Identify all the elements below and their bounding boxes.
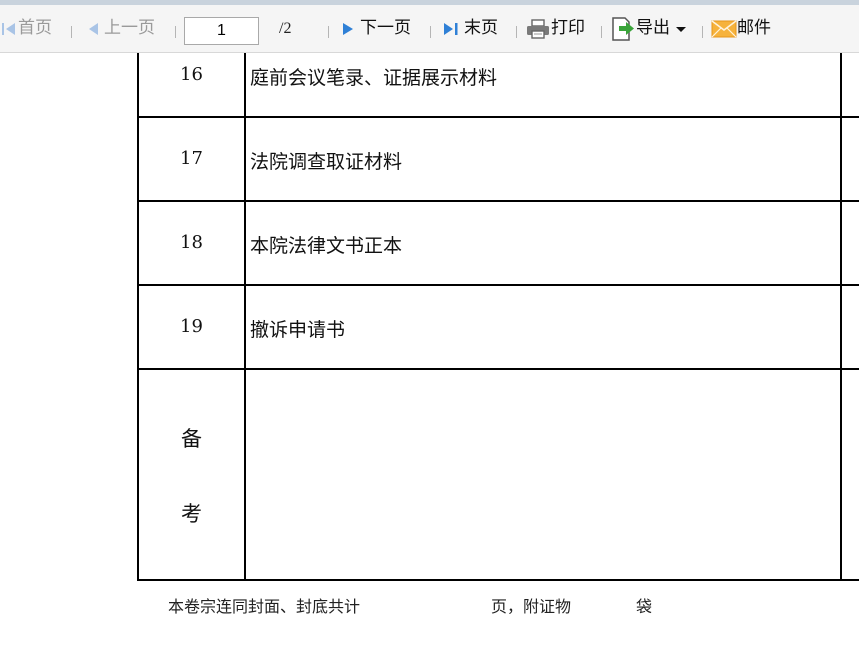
toolbar-separator	[601, 26, 602, 38]
print-label: 打印	[551, 18, 585, 38]
footer-volume-text: 本卷宗连同封面、封底共计	[168, 597, 361, 616]
total-pages-text: /2	[279, 20, 292, 37]
table-row-number: 19	[180, 316, 203, 337]
next-page-button[interactable]: 下一页	[338, 5, 411, 52]
toolbar-separator	[430, 26, 431, 38]
first-page-button[interactable]: 首页	[0, 5, 52, 52]
table-row-text: 本院法律文书正本	[250, 235, 403, 257]
page-number-input[interactable]	[184, 17, 259, 45]
report-toolbar: 首页 上一页 /2 下一页 末页 打印	[0, 5, 859, 53]
previous-page-label: 上一页	[104, 18, 155, 38]
mail-label: 邮件	[737, 18, 771, 38]
footer-bag-text: 袋	[636, 597, 653, 616]
chevron-down-icon	[676, 26, 686, 32]
footer-evidence-text: 页，附证物	[491, 597, 572, 616]
toolbar-separator	[71, 26, 72, 38]
first-page-icon	[2, 22, 15, 35]
table-bottom-border	[137, 579, 859, 581]
table-row-text: 庭前会议笔录、证据展示材料	[250, 67, 498, 89]
toolbar-separator	[328, 26, 329, 38]
last-page-button[interactable]: 末页	[440, 5, 498, 52]
previous-page-button[interactable]: 上一页	[84, 5, 155, 52]
last-page-label: 末页	[464, 18, 498, 38]
mail-icon	[711, 19, 737, 37]
previous-page-icon	[89, 22, 98, 35]
remark-label-char: 考	[181, 502, 202, 526]
document-page: 16 庭前会议笔录、证据展示材料 17 法院调查取证材料 18 本院法律文书正本…	[0, 53, 859, 657]
table-row-divider	[137, 284, 859, 286]
table-row-number: 17	[180, 148, 203, 169]
remark-label-char: 备	[181, 427, 202, 451]
table-row-divider	[137, 368, 859, 370]
toolbar-separator	[516, 26, 517, 38]
toolbar-separator	[702, 26, 703, 38]
export-label: 导出	[636, 18, 670, 38]
last-page-icon	[444, 22, 458, 35]
table-column-divider	[840, 53, 842, 581]
print-button[interactable]: 打印	[525, 5, 585, 52]
table-row-divider	[137, 116, 859, 118]
export-icon	[612, 16, 634, 41]
next-page-icon	[343, 22, 353, 35]
table-row-text: 撤诉申请书	[250, 319, 346, 341]
table-row-number: 18	[180, 232, 203, 253]
printer-icon	[527, 18, 549, 39]
first-page-label: 首页	[18, 18, 52, 38]
next-page-label: 下一页	[360, 18, 411, 38]
toolbar-separator	[175, 26, 176, 38]
table-row-text: 法院调查取证材料	[250, 151, 403, 173]
table-row-divider	[137, 200, 859, 202]
export-button[interactable]: 导出	[610, 5, 689, 52]
mail-button[interactable]: 邮件	[711, 5, 771, 52]
table-row-number: 16	[180, 64, 203, 85]
